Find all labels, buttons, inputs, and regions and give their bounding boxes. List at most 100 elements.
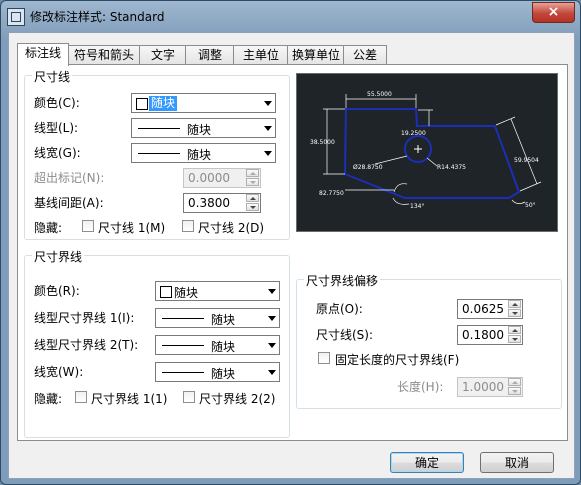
dim-angle1-label: 134° [410, 203, 424, 210]
line-sample-icon [162, 318, 204, 319]
dim-angle2-label: 50° [525, 202, 536, 209]
dimension-preview: 55.5000 38.5000 19.2500 59.9504 Ø28.8750… [296, 73, 558, 232]
offset-dimline-label: 尺寸线(S): [316, 328, 374, 342]
offset-group: 尺寸界线偏移 原点(O): 0.0625 尺寸线(S): 0.1800 固定长度… [296, 272, 562, 409]
fixed-length-checkbox[interactable] [318, 352, 330, 364]
extension-line-group-title: 尺寸界线 [32, 248, 85, 265]
spin-up-icon[interactable] [246, 169, 259, 177]
dim-extend-spinner[interactable]: 0.0000 [183, 168, 261, 188]
dim-baseline-spinner[interactable]: 0.3800 [183, 193, 261, 213]
offset-dimline-spinner[interactable]: 0.1800 [457, 325, 523, 345]
ext-lineweight-select[interactable]: 随块 [155, 362, 280, 382]
suppress-ext-line-1-checkbox[interactable] [75, 391, 87, 403]
tab-alternate-units[interactable]: 换算单位 [287, 45, 345, 65]
ext-linetype2-label: 线型尺寸界线 2(T): [34, 338, 139, 352]
tab-symbols-arrows[interactable]: 符号和箭头 [67, 45, 141, 65]
dialog-client: 标注线 符号和箭头 文字 调整 主单位 换算单位 公差 尺寸线 颜色(C): 随… [8, 32, 575, 479]
ext-linetype2-value: 随块 [211, 340, 236, 354]
suppress-ext-line-2-checkbox[interactable] [183, 391, 195, 403]
ext-linetype2-select[interactable]: 随块 [155, 335, 280, 355]
chevron-down-icon [268, 316, 276, 321]
spin-up-icon[interactable] [508, 326, 521, 334]
dim-color-label: 颜色(C): [34, 96, 80, 110]
ok-button[interactable]: 确定 [390, 452, 464, 473]
chevron-down-icon [268, 370, 276, 375]
offset-origin-value: 0.0625 [462, 302, 504, 316]
offset-origin-spinner[interactable]: 0.0625 [457, 299, 523, 319]
offset-length-value: 1.0000 [462, 380, 504, 394]
chevron-down-icon [264, 126, 272, 131]
tab-primary-units[interactable]: 主单位 [233, 45, 289, 65]
ext-suppress-label: 隐藏: [34, 392, 63, 406]
ext-linetype1-label: 线型尺寸界线 1(I): [34, 311, 135, 325]
dim-baseline-value: 0.3800 [188, 196, 230, 210]
suppress-ext-line-2-label: 尺寸界线 2(2) [199, 392, 276, 406]
chevron-down-icon [268, 289, 276, 294]
ext-linetype1-value: 随块 [211, 313, 236, 327]
dim-linetype-select[interactable]: 随块 [131, 118, 276, 138]
suppress-dim-line-1-label: 尺寸线 1(M) [98, 221, 166, 235]
line-sample-icon [138, 153, 180, 154]
cancel-button[interactable]: 取消 [480, 452, 554, 473]
offset-dimline-value: 0.1800 [462, 328, 504, 342]
spin-down-icon[interactable] [508, 309, 521, 317]
dim-linetype-value: 随块 [187, 123, 212, 137]
preview-drawing: 55.5000 38.5000 19.2500 59.9504 Ø28.8750… [310, 91, 542, 210]
tab-panel: 尺寸线 颜色(C): 随块 线型(L): 随块 线宽(G): 随块 超出标记(N… [17, 64, 568, 441]
dim-linetype-label: 线型(L): [34, 121, 79, 135]
line-sample-icon [162, 345, 204, 346]
dim-dia-label: Ø28.8750 [353, 164, 383, 171]
offset-length-label: 长度(H): [397, 380, 444, 394]
ext-linetype1-select[interactable]: 随块 [155, 308, 280, 328]
tab-dimension-lines[interactable]: 标注线 [17, 43, 69, 66]
dim-lineweight-label: 线宽(G): [34, 146, 81, 160]
ext-lineweight-label: 线宽(W): [34, 365, 84, 379]
dim-extend-value: 0.0000 [188, 171, 230, 185]
dim-color-select[interactable]: 随块 [131, 93, 276, 113]
spin-up-icon[interactable] [508, 378, 521, 386]
dim-lineweight-select[interactable]: 随块 [131, 143, 276, 163]
chevron-down-icon [264, 151, 272, 156]
spin-down-icon[interactable] [246, 203, 259, 211]
fixed-length-label: 固定长度的尺寸界线(F) [335, 353, 460, 367]
spin-up-icon[interactable] [246, 194, 259, 202]
dim-left-label: 38.5000 [310, 139, 335, 146]
ext-lineweight-value: 随块 [211, 367, 236, 381]
dim-top-label: 55.5000 [367, 91, 392, 98]
suppress-dim-line-2-label: 尺寸线 2(D) [198, 221, 265, 235]
chevron-down-icon [264, 101, 272, 106]
ext-color-value: 随块 [174, 286, 199, 300]
chevron-down-icon [268, 343, 276, 348]
spin-down-icon[interactable] [246, 178, 259, 186]
dialog-window: 修改标注样式: Standard × 标注线 符号和箭头 文字 调整 主单位 换… [0, 0, 581, 485]
dim-baseline-label: 基线间距(A): [34, 196, 104, 210]
spin-up-icon[interactable] [508, 300, 521, 308]
dim-diag-label: 59.9504 [514, 157, 539, 164]
dim-rad-label: R14.4375 [437, 164, 466, 171]
title-bar[interactable]: 修改标注样式: Standard × [1, 1, 580, 31]
close-button[interactable]: × [532, 2, 575, 23]
spin-down-icon[interactable] [508, 335, 521, 343]
dim-inner-label: 19.2500 [401, 130, 426, 137]
dimension-line-group: 尺寸线 颜色(C): 随块 线型(L): 随块 线宽(G): 随块 超出标记(N… [24, 68, 290, 240]
window-title: 修改标注样式: Standard [30, 10, 165, 24]
app-icon [7, 8, 25, 26]
color-swatch-icon [136, 98, 148, 110]
dim-suppress-label: 隐藏: [34, 221, 63, 235]
offset-origin-label: 原点(O): [316, 302, 363, 316]
tab-tolerances[interactable]: 公差 [343, 45, 387, 65]
ext-color-select[interactable]: 随块 [155, 281, 280, 301]
suppress-dim-line-2-checkbox[interactable] [182, 220, 194, 232]
spin-down-icon[interactable] [508, 387, 521, 395]
extension-line-group: 尺寸界线 颜色(R): 随块 线型尺寸界线 1(I): 随块 线型尺寸界线 2(… [24, 248, 290, 438]
offset-group-title: 尺寸界线偏移 [304, 272, 381, 289]
offset-length-spinner[interactable]: 1.0000 [457, 377, 523, 397]
dim-color-value: 随块 [149, 96, 178, 111]
dim-bottom-label: 82.7750 [319, 190, 344, 197]
ext-color-label: 颜色(R): [34, 284, 80, 298]
tab-fit[interactable]: 调整 [185, 45, 235, 65]
tab-text[interactable]: 文字 [139, 45, 187, 65]
dim-extend-label: 超出标记(N): [34, 171, 105, 185]
suppress-dim-line-1-checkbox[interactable] [82, 220, 94, 232]
dim-lineweight-value: 随块 [187, 148, 212, 162]
